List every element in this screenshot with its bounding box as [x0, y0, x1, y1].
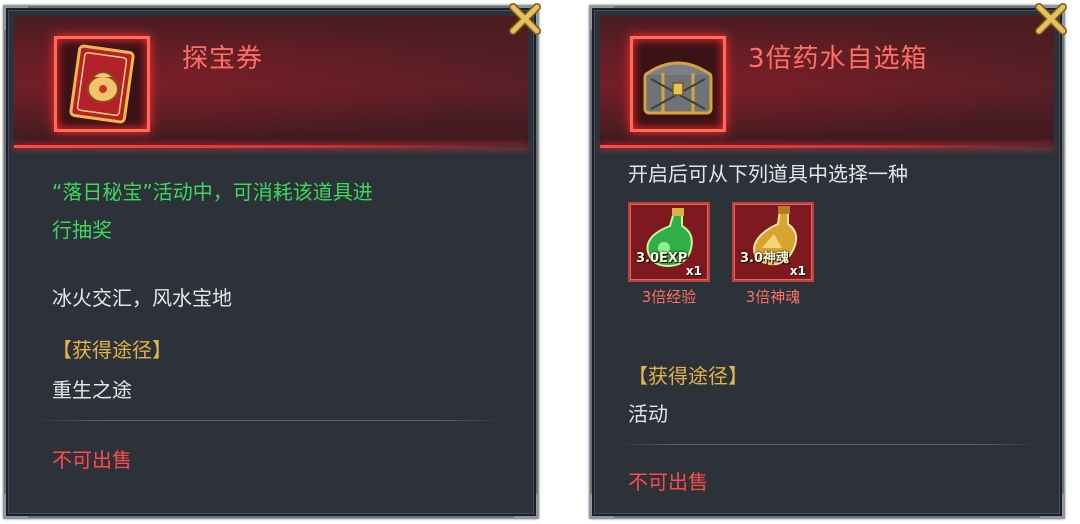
item-title: 探宝券: [182, 44, 264, 74]
close-button[interactable]: [1034, 2, 1068, 36]
item-tooltip-panel-left: 探宝券 “落日秘宝”活动中，可消耗该道具进 行抽奖 冰火交汇，风水宝地 【获得途…: [3, 3, 541, 519]
item-title: 3倍药水自选箱: [748, 44, 928, 74]
item-tooltip-stage: 探宝券 “落日秘宝”活动中，可消耗该道具进 行抽奖 冰火交汇，风水宝地 【获得途…: [0, 0, 1080, 524]
choice-item[interactable]: 3.0神魂 x1 3倍神魂: [732, 202, 814, 307]
choice-item-frame: 3.0神魂 x1: [732, 202, 814, 282]
choice-name: 3倍神魂: [745, 288, 801, 306]
close-x-icon: [1035, 3, 1067, 35]
item-tooltip-panel-right: 3倍药水自选箱 开启后可从下列道具中选择一种 3.0EXP x1 3倍经验 3.…: [589, 3, 1067, 519]
source-header: 【获得途径】: [52, 338, 172, 362]
item-header: 3倍药水自选箱: [600, 16, 1054, 148]
red-scroll-bag-icon: [69, 44, 135, 124]
treasure-chest-icon: [643, 61, 713, 115]
divider: [34, 420, 508, 421]
sell-status: 不可出售: [628, 470, 708, 494]
divider: [614, 444, 1040, 445]
choice-name: 3倍经验: [641, 288, 697, 306]
event-description-line1: “落日秘宝”活动中，可消耗该道具进: [52, 180, 373, 204]
choice-item-frame: 3.0EXP x1: [628, 202, 710, 282]
item-icon-frame: [630, 36, 726, 132]
choice-badge: 3.0EXP: [636, 251, 688, 266]
sell-status: 不可出售: [52, 448, 132, 472]
event-description-line2: 行抽奖: [52, 218, 112, 242]
flavor-text: 冰火交汇，风水宝地: [52, 286, 232, 310]
choice-quantity: x1: [789, 264, 806, 278]
source-header: 【获得途径】: [628, 364, 748, 388]
source-text: 重生之途: [52, 378, 132, 402]
item-icon-frame: [54, 36, 150, 132]
item-header: 探宝券: [14, 16, 528, 148]
choice-badge: 3.0神魂: [740, 251, 790, 266]
close-x-icon: [509, 3, 541, 35]
close-button[interactable]: [508, 2, 542, 36]
source-text: 活动: [628, 402, 668, 426]
item-description: 开启后可从下列道具中选择一种: [628, 162, 908, 186]
choice-quantity: x1: [685, 264, 702, 278]
choice-item[interactable]: 3.0EXP x1 3倍经验: [628, 202, 710, 307]
